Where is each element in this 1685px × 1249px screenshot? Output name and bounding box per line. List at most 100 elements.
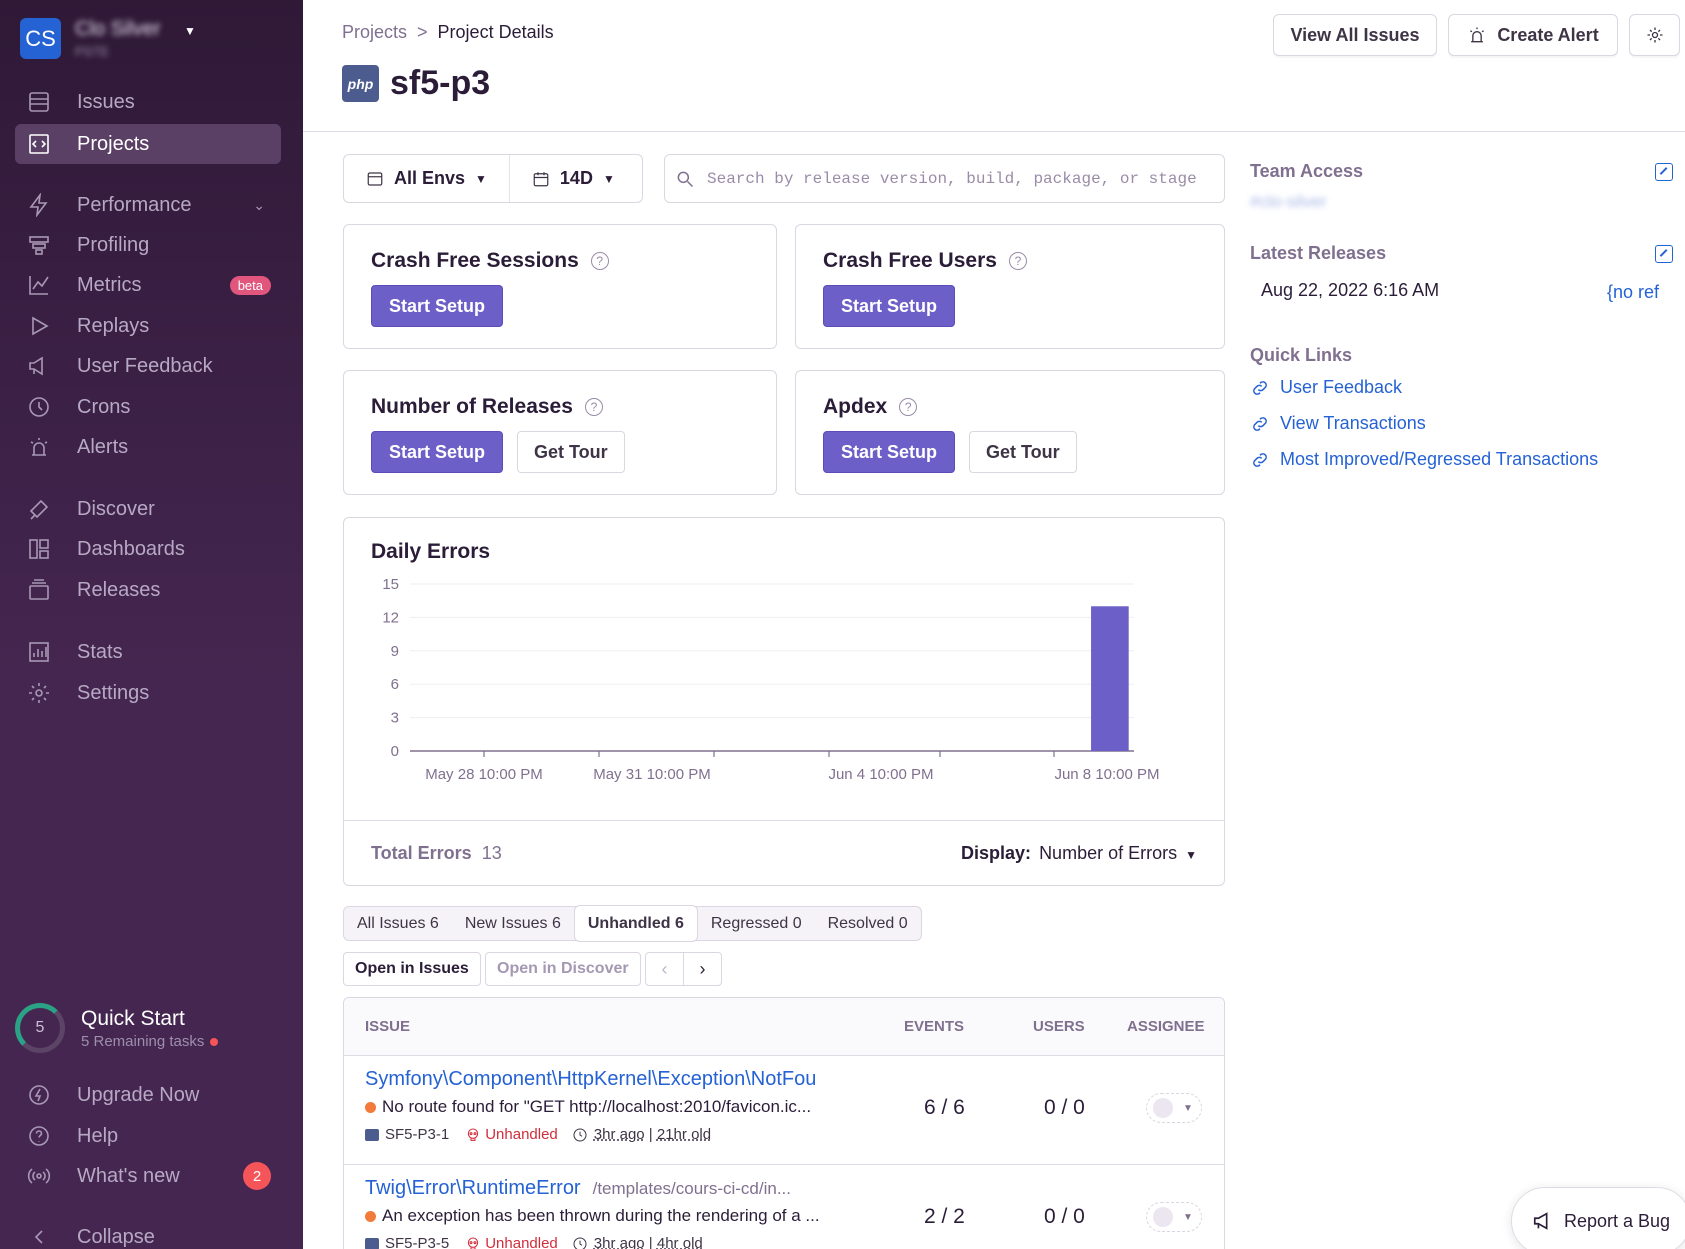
sidebar-item-discover[interactable]: Discover [15,489,281,529]
unhandled-tag: Unhandled [465,1126,558,1143]
start-setup-button[interactable]: Start Setup [823,285,956,327]
issue-title-text[interactable]: Symfony\Component\HttpKernel\Exception\N… [365,1068,816,1090]
get-tour-button[interactable]: Get Tour [969,431,1077,473]
sidebar-item-upgrade[interactable]: Upgrade Now [15,1075,281,1115]
sidebar-item-label: Dashboards [77,537,185,560]
open-external-icon[interactable] [1655,163,1673,181]
table-row[interactable]: Twig\Error\RuntimeError/templates/cours-… [344,1165,1224,1249]
unhandled-label: Unhandled [485,1126,558,1143]
quick-link-label: Most Improved/Regressed Transactions [1280,449,1599,469]
sidebar-item-replays[interactable]: Replays [15,306,281,346]
org-avatar[interactable]: CS [20,18,61,59]
level-dot [365,1210,376,1222]
quick-link-view-transactions[interactable]: View Transactions [1250,413,1426,434]
assignee-selector[interactable]: ▼ [1146,1202,1202,1232]
start-setup-button[interactable]: Start Setup [823,431,956,473]
column-issue: ISSUE [365,1018,411,1035]
team-name[interactable]: #clo-silver [1250,192,1327,212]
create-alert-button[interactable]: Create Alert [1448,14,1618,56]
tab-unhandled[interactable]: Unhandled 6 [573,905,698,942]
sidebar-item-label: Performance [77,193,192,216]
php-platform-icon: php [342,65,379,102]
get-tour-button[interactable]: Get Tour [517,431,625,473]
tab-resolved[interactable]: Resolved 0 [815,907,921,940]
question-icon[interactable]: ? [584,398,603,416]
gear-icon [1647,27,1662,43]
assignee-selector[interactable]: ▼ [1146,1093,1202,1123]
card-title-text: Apdex [823,395,888,418]
release-search[interactable] [664,154,1225,203]
project-settings-button[interactable] [1629,14,1680,56]
sidebar: CS Clo Silver PSTE ▼ Issues Projects Per… [0,0,303,1249]
sidebar-item-projects[interactable]: Projects [15,124,281,164]
issue-title[interactable]: Symfony\Component\HttpKernel\Exception\N… [365,1068,816,1091]
issue-culprit: /templates/cours-ci-cd/in... [592,1179,792,1198]
sidebar-item-issues[interactable]: Issues [15,82,281,122]
unhandled-label: Unhandled [485,1235,558,1249]
issue-title-text[interactable]: Twig\Error\RuntimeError [365,1177,581,1199]
y-tick-label: 6 [391,676,399,693]
chevron-down-icon[interactable]: ▼ [184,24,196,38]
release-ref-link[interactable]: {no ref [1607,282,1659,303]
column-events: EVENTS [904,1018,965,1035]
level-dot [365,1101,376,1113]
sidebar-collapse[interactable]: Collapse [15,1217,281,1249]
sidebar-item-profiling[interactable]: Profiling [15,225,281,265]
open-external-icon[interactable] [1655,245,1673,263]
tab-new-issues[interactable]: New Issues 6 [452,907,574,940]
sidebar-item-label: What's new [77,1164,180,1187]
tab-regressed[interactable]: Regressed 0 [698,907,815,940]
sidebar-item-alerts[interactable]: Alerts [15,427,281,467]
question-icon[interactable]: ? [590,252,609,270]
x-tick-label: Jun 4 10:00 PM [828,766,933,783]
org-switcher[interactable]: CS Clo Silver PSTE [20,18,161,59]
report-a-bug-button[interactable]: Report a Bug [1511,1187,1685,1249]
sidebar-item-whats-new[interactable]: What's new 2 [15,1156,281,1196]
quick-link-label: User Feedback [1280,377,1403,397]
question-icon[interactable]: ? [1008,252,1027,270]
page-title: sf5-p3 [390,64,491,102]
sidebar-item-help[interactable]: Help [15,1116,281,1156]
org-user: PSTE [75,44,109,59]
table-row[interactable]: Symfony\Component\HttpKernel\Exception\N… [344,1056,1224,1165]
open-in-discover-button[interactable]: Open in Discover [485,952,641,986]
start-setup-button[interactable]: Start Setup [371,431,504,473]
sidebar-item-label: Stats [77,640,123,663]
sidebar-item-metrics[interactable]: Metrics beta [15,265,281,305]
chevron-right-icon[interactable]: › [684,953,721,985]
environment-filter[interactable]: All Envs ▼ [344,155,509,202]
stats-icon [25,638,53,666]
quick-start-title: Quick Start [81,1006,185,1030]
display-selector[interactable]: Display: Number of Errors ▼ [961,843,1197,864]
sidebar-item-crons[interactable]: Crons [15,387,281,427]
release-search-input[interactable] [707,169,1207,188]
sidebar-item-performance[interactable]: Performance ⌄ [15,185,281,225]
quick-link-most-improved[interactable]: Most Improved/Regressed Transactions [1250,449,1598,470]
upgrade-icon [25,1081,53,1109]
org-name-block[interactable]: Clo Silver PSTE [75,18,161,59]
tab-all-issues[interactable]: All Issues 6 [344,907,452,940]
chevron-down-icon[interactable]: ⌄ [253,197,265,214]
last-seen: 3hr ago [593,1126,645,1143]
crash-free-users-card: Crash Free Users? Start Setup [795,224,1225,349]
sidebar-item-releases[interactable]: Releases [15,570,281,610]
sidebar-item-dashboards[interactable]: Dashboards [15,529,281,569]
performance-icon [25,191,53,219]
start-setup-button[interactable]: Start Setup [371,285,504,327]
link-icon [1253,452,1267,467]
breadcrumb-projects[interactable]: Projects [342,22,407,42]
quick-start[interactable]: 5 Quick Start 5 Remaining tasks [15,1003,219,1053]
sidebar-item-stats[interactable]: Stats [15,632,281,672]
total-errors-value: 13 [481,843,502,863]
chevron-left-icon[interactable]: ‹ [646,953,684,985]
period-filter[interactable]: 14D ▼ [508,155,637,202]
quick-link-user-feedback[interactable]: User Feedback [1250,377,1402,398]
issue-title[interactable]: Twig\Error\RuntimeError/templates/cours-… [365,1177,791,1200]
issue-message-text: No route found for "GET http://localhost… [382,1097,812,1116]
sidebar-item-user-feedback[interactable]: User Feedback [15,346,281,386]
open-in-issues-button[interactable]: Open in Issues [343,952,481,986]
clock-icon [573,1128,587,1141]
view-all-issues-button[interactable]: View All Issues [1273,14,1437,56]
sidebar-item-settings[interactable]: Settings [15,673,281,713]
question-icon[interactable]: ? [899,398,918,416]
